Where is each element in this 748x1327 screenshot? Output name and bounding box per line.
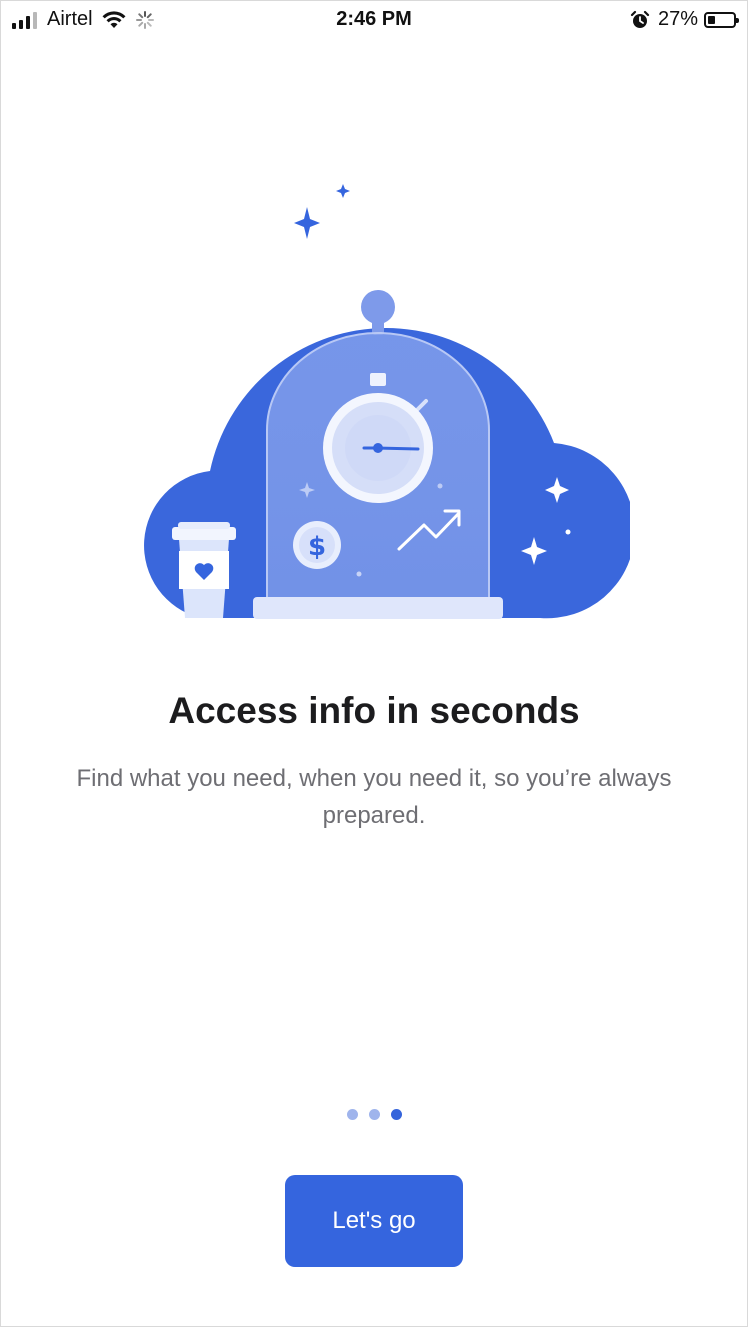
dome-base (253, 597, 503, 619)
onboarding-description: Find what you need, when you need it, so… (76, 765, 672, 829)
dollar-coin-icon: $ (293, 521, 341, 569)
lets-go-button[interactable]: Let's go (285, 1175, 463, 1267)
page-dot-3-active[interactable] (390, 1109, 402, 1120)
onboarding-illustration: $ (144, 184, 630, 619)
sparkle-outside-icons (294, 184, 350, 239)
page-indicator (0, 1109, 748, 1120)
onboarding-title: Access info in seconds (168, 690, 580, 731)
alarm-icon (630, 10, 650, 28)
status-right: 27% (630, 8, 739, 31)
status-bar: Airtel 2:46 PM 27% (0, 0, 748, 40)
page-dot-2[interactable] (368, 1109, 380, 1120)
dome-knob (361, 290, 395, 324)
battery-percentage: 27% (657, 8, 698, 30)
page-dot-1[interactable] (346, 1109, 358, 1120)
battery-icon (704, 11, 739, 28)
svg-text:$: $ (308, 532, 326, 562)
